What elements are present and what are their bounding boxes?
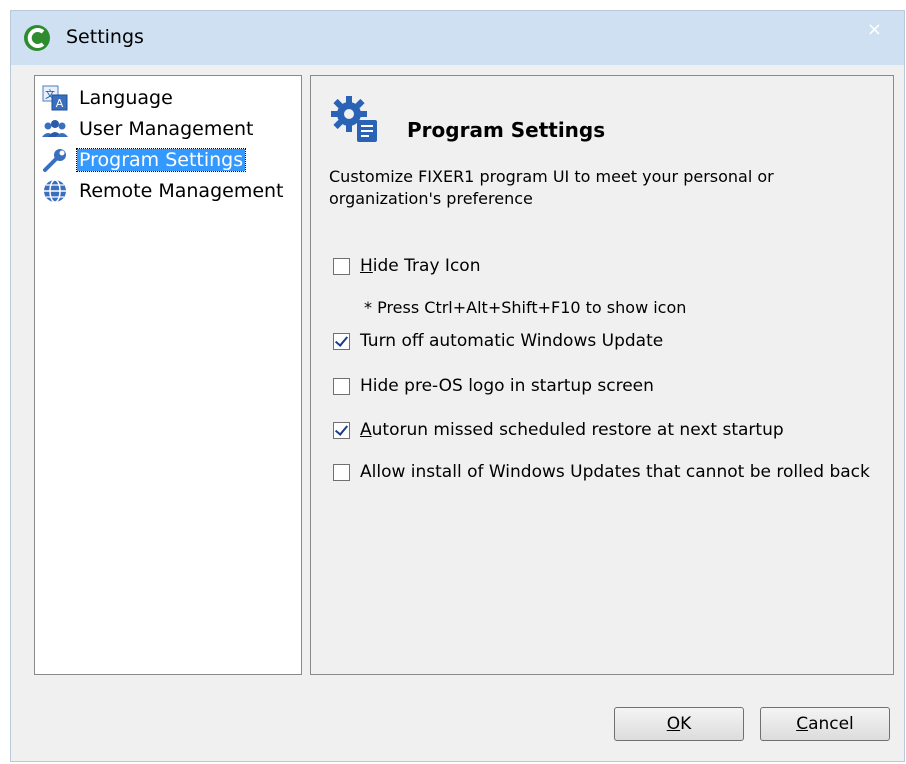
fixer1-app-icon (24, 25, 50, 51)
checkbox[interactable] (333, 463, 350, 481)
nav-item-language[interactable]: 文 A Language (41, 84, 175, 112)
option-label: Autorun missed scheduled restore at next… (360, 420, 784, 440)
option-label: Hide pre-OS logo in startup screen (360, 376, 654, 396)
svg-text:A: A (56, 97, 64, 110)
nav-item-label: Remote Management (79, 180, 284, 202)
checkbox[interactable] (333, 377, 350, 395)
nav-item-label: Language (79, 87, 173, 109)
option-label: Allow install of Windows Updates that ca… (360, 462, 870, 482)
nav-item-remote-management[interactable]: Remote Management (41, 177, 286, 205)
settings-window: Settings × 文 A Language User Management (10, 10, 905, 762)
page-title: Program Settings (407, 118, 606, 142)
option-label: Hide Tray Icon (360, 256, 481, 276)
turn-off-windows-update-option[interactable]: Turn off automatic Windows Update (333, 329, 663, 353)
cancel-button[interactable]: Cancel (760, 707, 890, 741)
hide-preos-logo-option[interactable]: Hide pre-OS logo in startup screen (333, 374, 654, 398)
program-settings-panel: Program Settings Customize FIXER1 progra… (310, 75, 894, 675)
nav-item-label: User Management (79, 118, 254, 140)
checkbox[interactable] (333, 257, 350, 275)
close-icon[interactable]: × (867, 19, 882, 40)
nav-item-user-management[interactable]: User Management (41, 115, 256, 143)
settings-nav-list: 文 A Language User Management Program Set… (34, 75, 302, 675)
page-description: Customize FIXER1 program UI to meet your… (329, 167, 774, 208)
users-icon (42, 120, 68, 137)
checkbox[interactable] (333, 421, 350, 439)
language-icon: 文 A (42, 85, 68, 111)
globe-icon (44, 179, 66, 203)
autorun-missed-restore-option[interactable]: Autorun missed scheduled restore at next… (333, 418, 784, 442)
wrench-icon (43, 149, 66, 172)
window-title: Settings (66, 26, 144, 48)
checkbox[interactable] (333, 332, 350, 350)
ok-button[interactable]: OK (614, 707, 744, 741)
nav-item-program-settings[interactable]: Program Settings (41, 146, 247, 174)
hide-tray-icon-option[interactable]: Hide Tray Icon (333, 254, 480, 278)
gear-settings-icon (331, 96, 377, 142)
tray-icon-hint: * Press Ctrl+Alt+Shift+F10 to show icon (364, 298, 687, 317)
title-bar[interactable]: Settings × (11, 11, 904, 65)
nav-item-label: Program Settings (75, 148, 247, 172)
option-label: Turn off automatic Windows Update (360, 331, 664, 351)
allow-irreversible-updates-option[interactable]: Allow install of Windows Updates that ca… (333, 460, 870, 484)
